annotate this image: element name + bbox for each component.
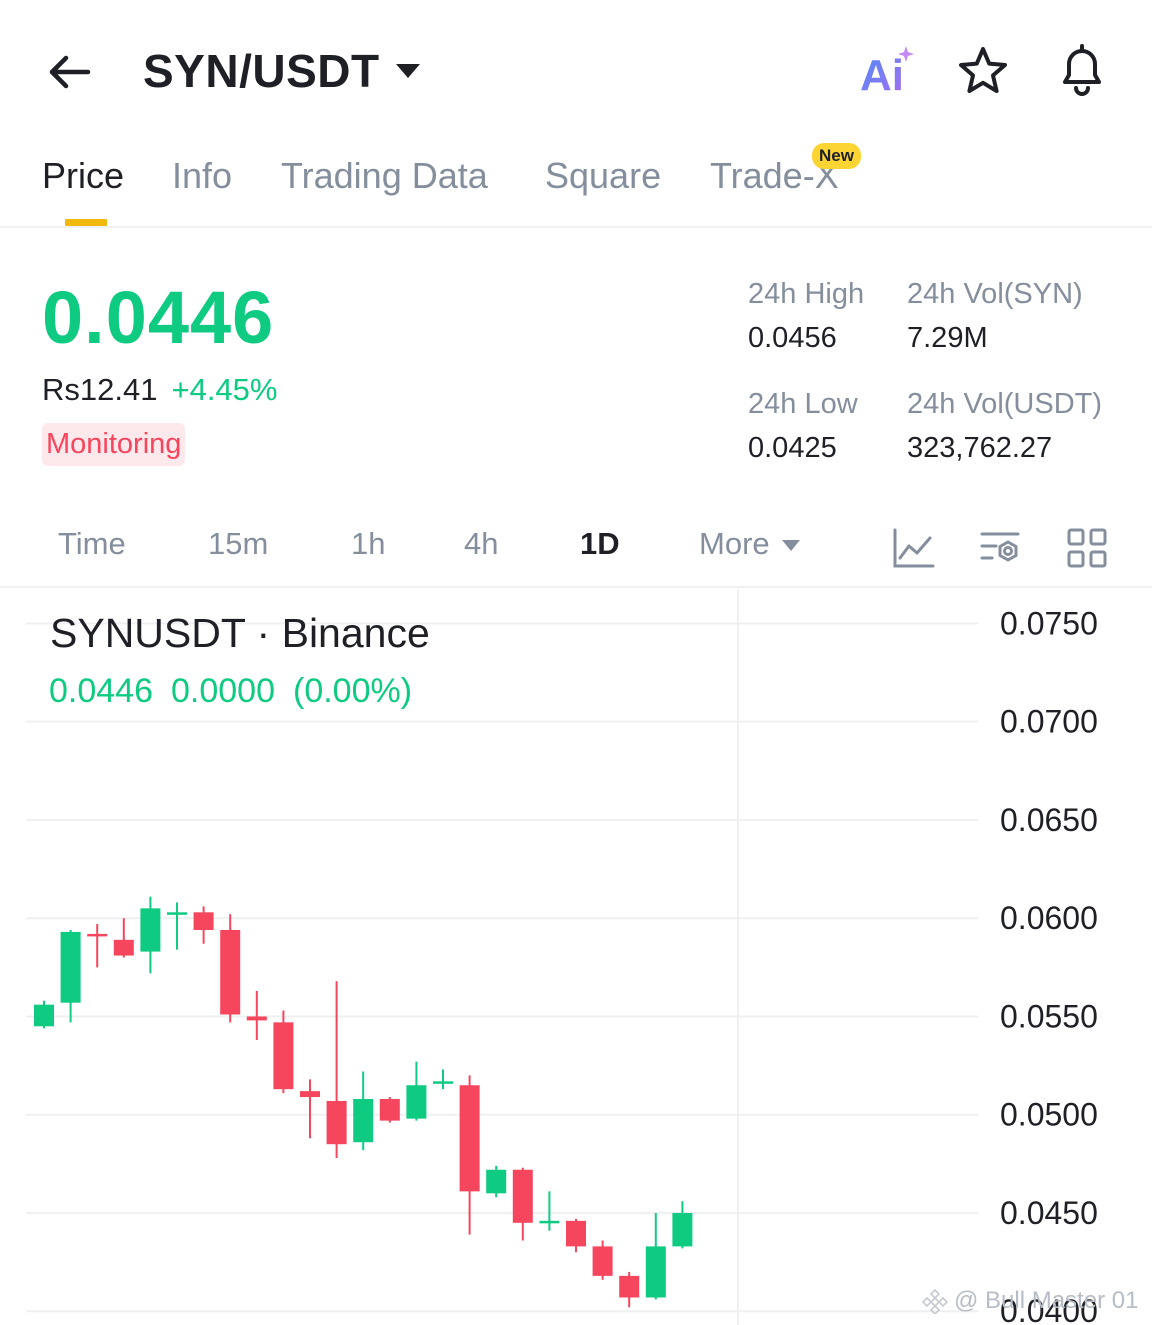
interval-4h[interactable]: 4h — [464, 526, 498, 562]
candle-body — [87, 933, 108, 937]
candle-body — [273, 1022, 294, 1090]
tab-price[interactable]: Price — [42, 155, 124, 197]
pair-title-label: SYN/USDT — [143, 45, 380, 97]
chart-settings-icon[interactable] — [976, 524, 1024, 572]
candle-body — [379, 1098, 400, 1121]
candle-body — [592, 1246, 613, 1276]
chart-price-readout: 0.0446 0.0000 (0.00%) — [49, 672, 430, 711]
candle-body — [60, 931, 81, 1003]
candle-body — [512, 1169, 533, 1223]
fiat-change-row: Rs12.41 +4.45% — [42, 372, 277, 408]
bell-icon[interactable] — [1055, 42, 1109, 98]
stat-vol-base-value: 7.29M — [907, 322, 988, 354]
candle-body — [406, 1085, 427, 1119]
interval-time[interactable]: Time — [58, 526, 126, 562]
stat-vol-base-label: 24h Vol(SYN) — [907, 278, 1083, 310]
interval-1h[interactable]: 1h — [351, 526, 385, 562]
y-axis-tick-label: 0.0600 — [1000, 900, 1098, 936]
candle-body — [645, 1246, 666, 1298]
binance-logo-icon — [922, 1288, 948, 1314]
tab-info[interactable]: Info — [172, 155, 232, 197]
stat-low-value: 0.0425 — [748, 432, 837, 464]
candle-body — [433, 1081, 453, 1084]
interval-more-label: More — [699, 526, 770, 561]
section-tabs: Price Info Trading Data Square Trade-X — [0, 150, 1152, 228]
y-axis-tick-label: 0.0450 — [1000, 1195, 1098, 1231]
interval-bar: Time 15m 1h 4h 1D More — [0, 510, 1152, 588]
watermark: @ Bull Master 01 — [922, 1287, 1138, 1315]
y-axis-tick-label: 0.0550 — [1000, 998, 1098, 1034]
candle-body — [300, 1091, 320, 1098]
candlestick-chart[interactable]: 0.0750 0.0700 0.0650 0.0600 0.0550 0.0500 0.04… — [0, 590, 1152, 1325]
active-tab-indicator — [65, 219, 107, 226]
monitoring-tag[interactable]: Monitoring — [42, 423, 186, 466]
candle-body — [486, 1169, 507, 1194]
chart-price: 0.0446 — [49, 672, 153, 710]
tab-square[interactable]: Square — [545, 155, 661, 197]
ai-label: Ai — [860, 51, 904, 98]
stat-high-label: 24h High — [748, 278, 865, 310]
candle-body — [113, 939, 134, 956]
interval-1d[interactable]: 1D — [580, 526, 620, 562]
price-change-percent: +4.45% — [171, 372, 278, 407]
candle-body — [140, 908, 161, 952]
interval-15m[interactable]: 15m — [208, 526, 268, 562]
star-icon[interactable] — [956, 44, 1010, 98]
candle-body — [220, 929, 241, 1015]
watermark-text: @ Bull Master 01 — [954, 1287, 1139, 1314]
stat-low-label: 24h Low — [748, 388, 858, 420]
candle-body — [167, 912, 187, 915]
chart-change-pct: (0.00%) — [293, 672, 413, 710]
back-arrow-icon[interactable] — [44, 46, 96, 98]
chart-symbol-title: SYNUSDT · Binance — [50, 610, 430, 656]
top-bar: SYN/USDT Ai — [0, 0, 1152, 130]
candle-body — [566, 1220, 586, 1247]
candle-body — [539, 1220, 560, 1224]
candle-body — [193, 912, 214, 930]
candle-body — [353, 1098, 374, 1143]
grid-layout-icon[interactable] — [1063, 524, 1111, 572]
last-price: 0.0446 — [42, 276, 275, 359]
y-axis-tick-label: 0.0500 — [1000, 1097, 1098, 1133]
candle-body — [246, 1016, 267, 1021]
candle-body — [672, 1212, 693, 1247]
stat-vol-quote-label: 24h Vol(USDT) — [907, 388, 1103, 420]
indicator-chart-icon[interactable] — [890, 524, 938, 572]
caret-down-icon — [781, 540, 800, 552]
y-axis-tick-label: 0.0700 — [1000, 704, 1098, 740]
pair-selector[interactable]: SYN/USDT — [143, 44, 420, 98]
interval-more[interactable]: More — [699, 526, 800, 562]
candle-body — [619, 1275, 640, 1298]
candle-body — [326, 1100, 347, 1145]
stat-high-value: 0.0456 — [748, 322, 837, 354]
candle-body — [34, 1004, 54, 1027]
fiat-price: Rs12.41 — [42, 372, 158, 407]
chart-change-abs: 0.0000 — [171, 672, 275, 710]
stat-vol-quote-value: 323,762.27 — [907, 432, 1053, 464]
ai-assistant-icon[interactable]: Ai — [858, 44, 918, 98]
candle-body — [459, 1085, 480, 1192]
new-badge: New — [812, 143, 861, 169]
y-axis-tick-label: 0.0750 — [1000, 605, 1098, 641]
y-axis-tick-label: 0.0650 — [1000, 802, 1098, 838]
caret-down-icon — [395, 64, 420, 78]
tab-trading-data[interactable]: Trading Data — [281, 155, 488, 197]
